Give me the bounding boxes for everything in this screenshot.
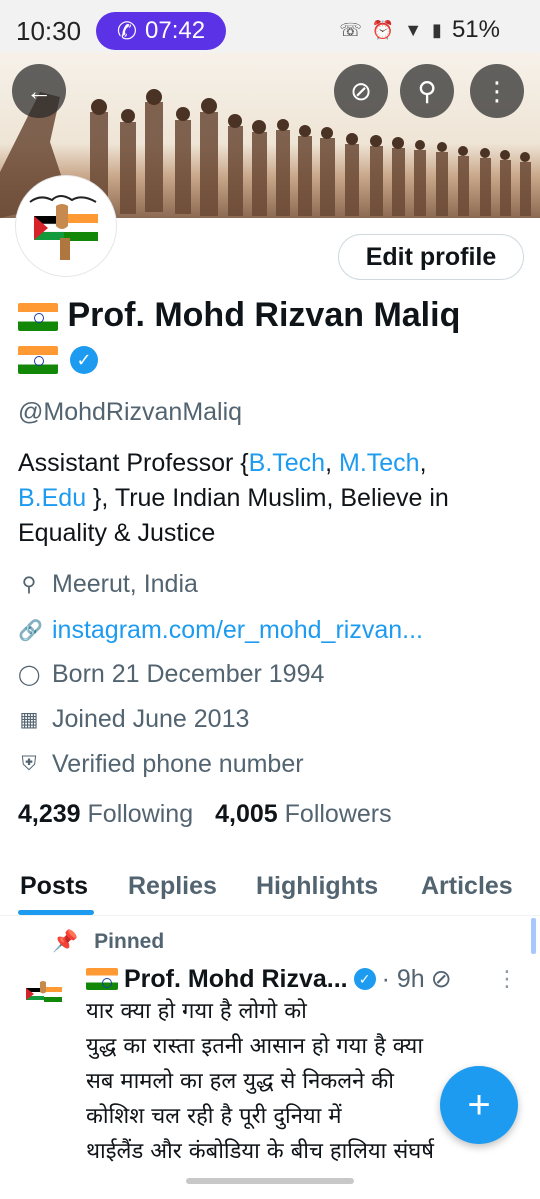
follow-counts: 4,239 Following 4,005 Followers <box>18 800 392 829</box>
call-timer-pill[interactable]: ✆ 07:42 <box>96 12 226 50</box>
status-icons: ☏ ⏰ ▼ ▮ 51% <box>339 16 500 44</box>
followers-label: Followers <box>284 800 392 828</box>
battery-level: 51% <box>451 16 500 43</box>
post-line: थाईलैंड और कंबोडिया के बीच हालिया संघर्ष <box>86 1139 434 1164</box>
verified-badge-icon[interactable]: ✓ <box>70 346 98 374</box>
following-label: Following <box>87 800 194 828</box>
following-link[interactable]: 4,239 Following <box>18 800 193 829</box>
calendar-icon: ▦ <box>19 709 39 731</box>
bio-text: , <box>419 449 427 477</box>
post-text[interactable]: यार क्या हो गया है लोगो को युद्ध का रास्… <box>86 994 506 1169</box>
avatar-image <box>20 180 112 272</box>
pinned-label: Pinned <box>94 930 165 953</box>
bio-link-btech[interactable]: B.Tech <box>249 449 325 477</box>
bio-link-mtech[interactable]: M.Tech <box>339 449 420 477</box>
home-indicator[interactable] <box>186 1178 354 1184</box>
india-flag-icon <box>86 968 118 990</box>
bio-text: , <box>325 449 339 477</box>
alarm-icon: ⏰ <box>371 19 395 40</box>
arrow-left-icon: ← <box>26 75 52 106</box>
status-time: 10:30 <box>16 16 82 46</box>
profile-tabs: Posts Replies Highlights Articles <box>0 860 540 916</box>
more-button[interactable]: ⋮ <box>470 64 524 118</box>
following-count: 4,239 <box>18 800 81 828</box>
grok-button[interactable]: ⊘ <box>334 64 388 118</box>
location-text: Meerut, India <box>52 570 198 598</box>
profile-verified-phone: ⛨ Verified phone number <box>18 750 304 779</box>
slash-circle-icon[interactable]: ⊘ <box>431 964 452 994</box>
search-icon: ⚲ <box>417 75 437 106</box>
slash-circle-icon: ⊘ <box>350 75 372 106</box>
post-more-icon[interactable]: ⋮ <box>496 966 518 992</box>
profile-avatar[interactable] <box>16 176 116 276</box>
website-link[interactable]: instagram.com/er_mohd_rizvan... <box>52 616 423 645</box>
post-author-name[interactable]: Prof. Mohd Rizva... <box>124 965 348 994</box>
scrollbar[interactable] <box>531 918 536 954</box>
profile-joined: ▦ Joined June 2013 <box>18 705 250 734</box>
india-flag-icon <box>18 346 58 374</box>
signal-icon: ▼ <box>404 19 423 40</box>
bio-link-bedu[interactable]: B.Edu <box>18 484 86 512</box>
shield-check-icon: ⛨ <box>21 753 37 775</box>
tab-posts[interactable]: Posts <box>20 872 88 901</box>
battery-icon: ▮ <box>432 19 442 40</box>
active-tab-indicator <box>18 910 94 915</box>
profile-location: ⚲ Meerut, India <box>18 570 198 599</box>
profile-handle: @MohdRizvanMaliq <box>18 398 243 426</box>
phone-icon: ✆ <box>116 17 138 45</box>
call-timer: 07:42 <box>145 17 206 44</box>
profile-name: Prof. Mohd Rizvan Maliq <box>67 296 461 334</box>
profile-bio: Assistant Professor {B.Tech, M.Tech, B.E… <box>18 446 528 551</box>
back-button[interactable]: ← <box>12 64 66 118</box>
post-avatar-image <box>22 972 66 1016</box>
wifi-call-icon: ☏ <box>339 19 362 40</box>
balloon-icon: ◯ <box>18 664 41 686</box>
profile-website[interactable]: 🔗 instagram.com/er_mohd_rizvan... <box>18 616 423 645</box>
pin-icon: 📌 <box>52 930 79 953</box>
verified-phone-text: Verified phone number <box>52 750 304 778</box>
pinned-label-row: 📌 Pinned <box>52 930 164 954</box>
compose-post-button[interactable]: + <box>440 1066 518 1144</box>
search-button[interactable]: ⚲ <box>400 64 454 118</box>
post-time: · 9h <box>381 964 425 993</box>
profile-birthday: ◯ Born 21 December 1994 <box>18 660 324 689</box>
profile-name-line: Prof. Mohd Rizvan Maliq <box>18 296 460 335</box>
tab-articles[interactable]: Articles <box>421 872 513 901</box>
post-line: यार क्या हो गया है लोगो को <box>86 999 307 1024</box>
post-header: Prof. Mohd Rizva... ✓ · 9h ⊘ <box>86 964 452 994</box>
profile-name-badges: ✓ <box>18 346 98 374</box>
post-avatar[interactable] <box>22 972 66 1016</box>
tab-highlights[interactable]: Highlights <box>256 872 378 901</box>
followers-count: 4,005 <box>215 800 278 828</box>
verified-badge-icon: ✓ <box>353 968 376 990</box>
more-vertical-icon: ⋮ <box>484 75 510 106</box>
location-pin-icon: ⚲ <box>21 574 37 596</box>
tab-replies[interactable]: Replies <box>128 872 217 901</box>
edit-profile-button[interactable]: Edit profile <box>338 234 524 280</box>
joined-text: Joined June 2013 <box>52 705 250 733</box>
birthday-text: Born 21 December 1994 <box>52 660 325 688</box>
india-flag-icon <box>18 303 58 332</box>
plus-icon: + <box>467 1082 491 1127</box>
link-icon: 🔗 <box>18 620 43 642</box>
post-line: युद्ध का रास्ता इतनी आसान हो गया है क्या <box>86 1034 424 1059</box>
bio-text: Assistant Professor { <box>18 449 249 477</box>
followers-link[interactable]: 4,005 Followers <box>215 800 392 829</box>
